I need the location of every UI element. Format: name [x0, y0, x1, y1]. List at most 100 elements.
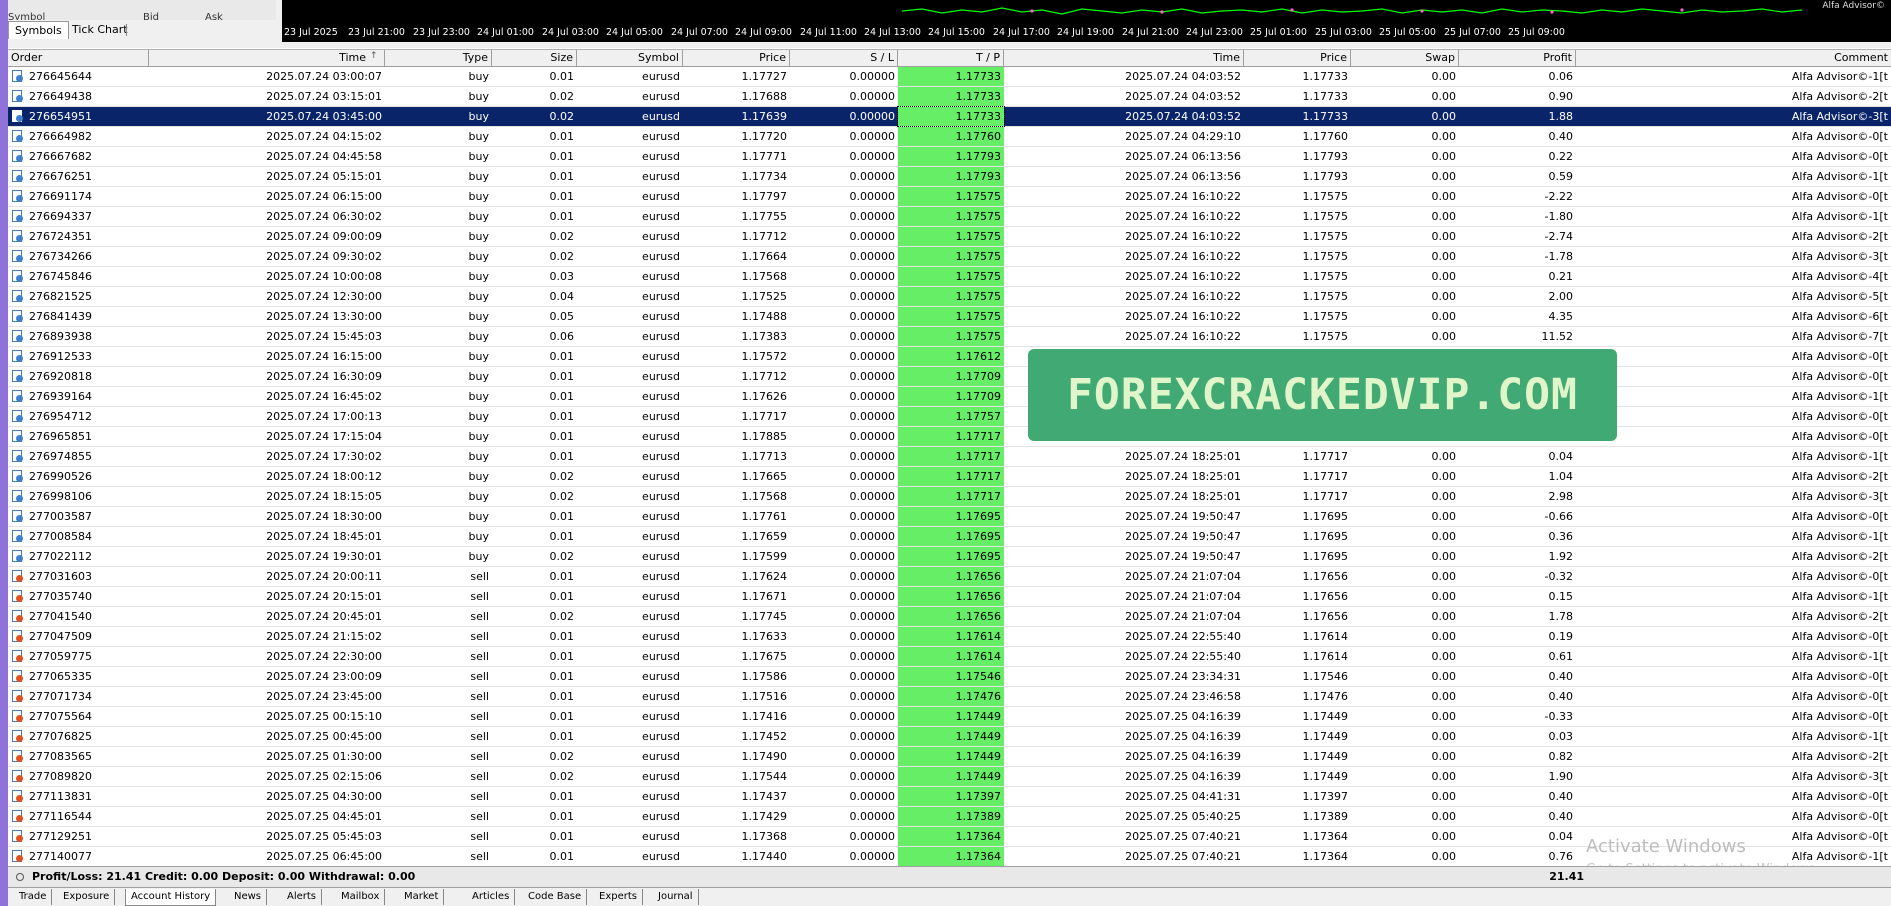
column-header-comment[interactable]: Comment [1576, 50, 1891, 66]
row-close-time: 2025.07.25 04:16:39 [1125, 770, 1241, 783]
tab-alerts[interactable]: Alerts [282, 889, 323, 905]
column-header-type[interactable]: Type [385, 50, 492, 66]
row-profit: 2.98 [1548, 490, 1574, 503]
table-row[interactable]: 276893938 2025.07.24 15:45:03 buy 0.06 eurus… [8, 327, 1891, 347]
table-row[interactable]: 276821525 2025.07.24 12:30:00 buy 0.04 eurus… [8, 287, 1891, 307]
row-size: 0.02 [549, 470, 575, 483]
table-row[interactable]: 276654951 2025.07.24 03:45:00 buy 0.02 eurus… [8, 106, 1891, 127]
row-size: 0.01 [549, 390, 575, 403]
table-row[interactable]: 276998106 2025.07.24 18:15:05 buy 0.02 eurus… [8, 487, 1891, 507]
column-header-order[interactable]: Order [8, 50, 149, 66]
row-close-price: 1.17733 [1302, 110, 1349, 123]
tab-tick-chart[interactable]: Tick Chart [66, 21, 134, 38]
column-header-close-time[interactable]: Time [1004, 50, 1244, 66]
table-row[interactable]: 277065335 2025.07.24 23:00:09 sell 0.01 euru… [8, 667, 1891, 687]
table-row[interactable]: 276667682 2025.07.24 04:45:58 buy 0.01 eurus… [8, 147, 1891, 167]
column-header-swap[interactable]: Swap [1351, 50, 1459, 66]
row-close-price: 1.17364 [1302, 850, 1349, 863]
time-tick: 23 Jul 2025 [284, 27, 338, 38]
table-row[interactable]: 276974855 2025.07.24 17:30:02 buy 0.01 eurus… [8, 447, 1891, 467]
table-row[interactable]: 276676251 2025.07.24 05:15:01 buy 0.01 eurus… [8, 167, 1891, 187]
tab-journal[interactable]: Journal [653, 889, 699, 905]
tab-account-history[interactable]: Account History [125, 889, 217, 906]
row-close-price: 1.17575 [1302, 290, 1349, 303]
buy-order-icon [12, 350, 23, 362]
tab-articles[interactable]: Articles [467, 889, 516, 905]
table-row[interactable]: 276649438 2025.07.24 03:15:01 buy 0.02 eurus… [8, 87, 1891, 107]
table-row[interactable]: 276664982 2025.07.24 04:15:02 buy 0.01 eurus… [8, 127, 1891, 147]
table-row[interactable]: 277035740 2025.07.24 20:15:01 sell 0.01 euru… [8, 587, 1891, 607]
column-header-tp[interactable]: T / P [898, 50, 1004, 66]
time-tick: 24 Jul 17:00 [993, 27, 1050, 38]
table-row[interactable]: 277047509 2025.07.24 21:15:02 sell 0.01 euru… [8, 627, 1891, 647]
table-row[interactable]: 276645644 2025.07.24 03:00:07 buy 0.01 eurus… [8, 67, 1891, 87]
tab-code-base[interactable]: Code Base [523, 889, 588, 905]
table-row[interactable]: 277089820 2025.07.25 02:15:06 sell 0.02 euru… [8, 767, 1891, 787]
tab-exposure[interactable]: Exposure [58, 889, 116, 905]
table-row[interactable]: 276990526 2025.07.24 18:00:12 buy 0.02 eurus… [8, 467, 1891, 487]
row-order: 277089820 [29, 770, 92, 783]
column-header-sl[interactable]: S / L [790, 50, 898, 66]
table-row[interactable]: 277075564 2025.07.25 00:15:10 sell 0.01 euru… [8, 707, 1891, 727]
column-header-profit[interactable]: Profit [1459, 50, 1576, 66]
table-row[interactable]: 277008584 2025.07.24 18:45:01 buy 0.01 eurus… [8, 527, 1891, 547]
column-header-close-price[interactable]: Price [1244, 50, 1351, 66]
row-price: 1.17712 [741, 230, 788, 243]
table-row[interactable]: 277071734 2025.07.24 23:45:00 sell 0.01 euru… [8, 687, 1891, 707]
table-row[interactable]: 277116544 2025.07.25 04:45:01 sell 0.01 euru… [8, 807, 1891, 827]
column-header-price[interactable]: Price [683, 50, 790, 66]
row-open-time: 2025.07.24 23:45:00 [266, 690, 382, 703]
price-chart[interactable]: Alfa Advisor© 23 Jul 2025 23 Jul 21:00 2… [282, 0, 1891, 42]
table-row[interactable]: 276841439 2025.07.24 13:30:00 buy 0.05 eurus… [8, 307, 1891, 327]
row-size: 0.01 [549, 650, 575, 663]
table-row[interactable]: 276734266 2025.07.24 09:30:02 buy 0.02 eurus… [8, 247, 1891, 267]
row-close-price: 1.17695 [1302, 510, 1349, 523]
sell-order-icon [12, 610, 23, 622]
row-order: 276974855 [29, 450, 92, 463]
column-header-size[interactable]: Size [492, 50, 577, 66]
row-tp: 1.17575 [898, 327, 1004, 346]
table-row[interactable]: 277059775 2025.07.24 22:30:00 sell 0.01 euru… [8, 647, 1891, 667]
tab-mailbox[interactable]: Mailbox [336, 889, 386, 905]
row-tp: 1.17575 [898, 227, 1004, 246]
column-header-symbol[interactable]: Symbol [577, 50, 683, 66]
tab-news[interactable]: News [229, 889, 268, 905]
table-row[interactable]: 276724351 2025.07.24 09:00:09 buy 0.02 eurus… [8, 227, 1891, 247]
column-header-open-time[interactable]: Time [149, 50, 385, 66]
table-row[interactable]: 277076825 2025.07.25 00:45:00 sell 0.01 euru… [8, 727, 1891, 747]
sell-order-icon [12, 790, 23, 802]
time-tick: 25 Jul 07:00 [1444, 27, 1501, 38]
row-order: 276694337 [29, 210, 92, 223]
tab-trade[interactable]: Trade [14, 889, 53, 905]
tab-experts[interactable]: Experts [594, 889, 643, 905]
sort-arrow-icon: ↑ [370, 51, 378, 61]
table-row[interactable]: 276691174 2025.07.24 06:15:00 buy 0.01 eurus… [8, 187, 1891, 207]
row-type: sell [470, 790, 489, 803]
tab-symbols[interactable]: Symbols [8, 21, 69, 39]
row-profit: -0.33 [1544, 710, 1573, 723]
row-comment: Alfa Advisor©-0[t [1791, 570, 1888, 583]
row-symbol: eurusd [642, 710, 680, 723]
row-close-time: 2025.07.24 16:10:22 [1125, 290, 1241, 303]
row-profit: 0.04 [1548, 830, 1574, 843]
table-row[interactable]: 277083565 2025.07.25 01:30:00 sell 0.02 euru… [8, 747, 1891, 767]
table-row[interactable]: 277041540 2025.07.24 20:45:01 sell 0.02 euru… [8, 607, 1891, 627]
table-row[interactable]: 277031603 2025.07.24 20:00:11 sell 0.01 euru… [8, 567, 1891, 587]
table-row[interactable]: 276694337 2025.07.24 06:30:02 buy 0.01 eurus… [8, 207, 1891, 227]
tab-market[interactable]: Market [399, 889, 445, 905]
row-type: buy [468, 550, 489, 563]
table-row[interactable]: 277113831 2025.07.25 04:30:00 sell 0.01 euru… [8, 787, 1891, 807]
buy-order-icon [12, 90, 23, 102]
row-open-time: 2025.07.25 05:45:03 [266, 830, 382, 843]
row-close-time: 2025.07.25 04:41:31 [1125, 790, 1241, 803]
table-row[interactable]: 277022112 2025.07.24 19:30:01 buy 0.02 eurus… [8, 547, 1891, 567]
table-row[interactable]: 276745846 2025.07.24 10:00:08 buy 0.03 eurus… [8, 267, 1891, 287]
row-profit: 1.92 [1548, 550, 1574, 563]
total-profit: 21.41 [1549, 870, 1584, 883]
row-close-price: 1.17656 [1302, 590, 1349, 603]
row-symbol: eurusd [642, 690, 680, 703]
row-comment: Alfa Advisor©-2[t [1791, 750, 1888, 763]
time-tick: 24 Jul 07:00 [671, 27, 728, 38]
table-row[interactable]: 277003587 2025.07.24 18:30:00 buy 0.01 eurus… [8, 507, 1891, 527]
row-type: sell [470, 590, 489, 603]
